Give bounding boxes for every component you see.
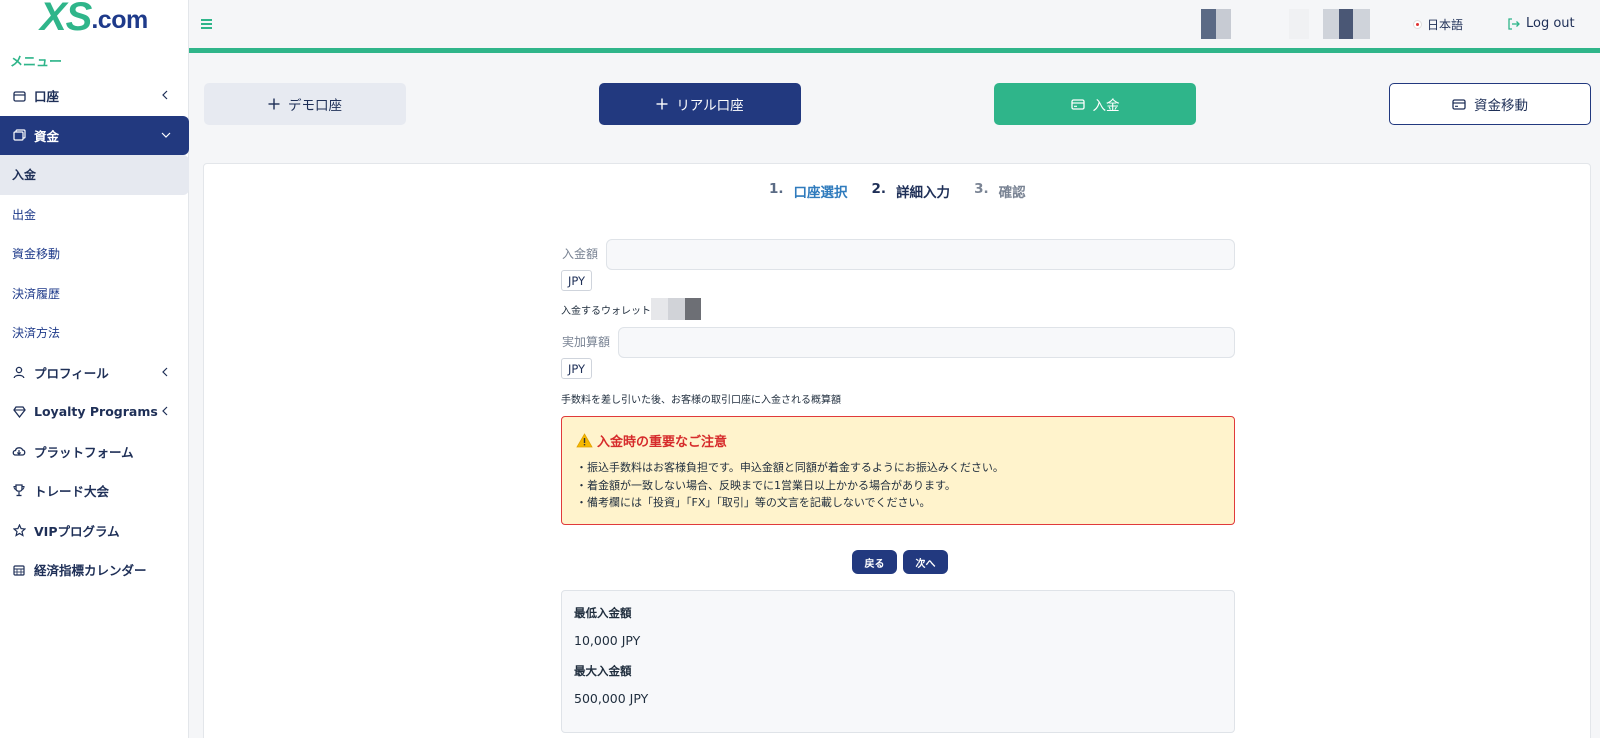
currency-badge: JPY xyxy=(561,270,592,291)
amount-input[interactable] xyxy=(606,239,1235,270)
notice-line: ・振込手数料はお客様負担です。申込金額と同額が着金するようにお振込みください。 xyxy=(576,461,1004,474)
sidebar-item-profile[interactable]: プロフィール xyxy=(0,353,188,393)
redacted-user-info xyxy=(1323,9,1370,39)
max-deposit-label: 最大入金額 xyxy=(574,664,632,678)
deposit-limits-panel: 最低入金額 10,000 JPY 最大入金額 500,000 JPY xyxy=(561,590,1235,733)
sidebar: XS .com メニュー 口座 資金 入金 出金 資金移動 決済履歴 決済方法 … xyxy=(0,0,189,738)
important-notice: 入金時の重要なご注意 ・振込手数料はお客様負担です。申込金額と同額が着金するよう… xyxy=(561,416,1235,525)
notice-title-text: 入金時の重要なご注意 xyxy=(597,435,728,450)
sidebar-item-label: 経済指標カレンダー xyxy=(34,563,147,579)
sidebar-subitem-deposit[interactable]: 入金 xyxy=(0,155,189,195)
demo-account-button[interactable]: デモ口座 xyxy=(204,83,406,125)
actual-amount-note: 手数料を差し引いた後、お客様の取引口座に入金される概算額 xyxy=(561,395,841,406)
notice-line: ・着金額が一致しない場合、反映までに1営業日以上かかる場合があります。 xyxy=(576,478,956,492)
sidebar-subitem-transfer[interactable]: 資金移動 xyxy=(0,234,188,274)
cloud-download-icon xyxy=(12,444,26,458)
notice-line: ・備考欄には「投資」「FX」「取引」等の文言を記載しないでください。 xyxy=(576,496,931,509)
card-icon xyxy=(1452,98,1466,110)
hamburger-menu-icon[interactable] xyxy=(201,18,215,30)
min-deposit-label: 最低入金額 xyxy=(574,606,632,620)
fund-transfer-label: 資金移動 xyxy=(1474,98,1528,114)
chevron-left-icon xyxy=(158,404,172,418)
warning-icon xyxy=(576,433,593,448)
logo-com: .com xyxy=(91,6,148,34)
wallet-icon xyxy=(12,89,26,103)
step-number: 3. xyxy=(974,181,989,197)
back-button[interactable]: 戻る xyxy=(852,550,897,574)
real-account-label: リアル口座 xyxy=(676,98,744,114)
deposit-label: 入金 xyxy=(1092,98,1120,114)
trophy-icon xyxy=(12,484,26,498)
sidebar-subitem-history[interactable]: 決済履歴 xyxy=(0,274,188,314)
japan-flag-icon xyxy=(1413,20,1422,29)
logout-icon xyxy=(1507,17,1520,30)
amount-label: 入金額 xyxy=(562,247,599,261)
currency-badge: JPY xyxy=(561,358,592,379)
sidebar-subitem-methods[interactable]: 決済方法 xyxy=(0,313,188,353)
menu-title: メニュー xyxy=(10,55,63,70)
funds-icon xyxy=(12,128,26,142)
sidebar-item-account[interactable]: 口座 xyxy=(0,76,188,116)
sidebar-item-calendar[interactable]: 経済指標カレンダー xyxy=(0,550,188,590)
sidebar-item-vip[interactable]: VIPプログラム xyxy=(0,511,188,551)
logout-button[interactable]: Log out xyxy=(1507,16,1575,31)
chevron-left-icon xyxy=(158,88,172,102)
actual-amount-label: 実加算額 xyxy=(562,335,611,349)
star-icon xyxy=(12,523,26,537)
sidebar-item-loyalty[interactable]: Loyalty Programs xyxy=(0,392,188,432)
sidebar-item-label: 資金 xyxy=(34,128,60,144)
sidebar-item-label: VIPプログラム xyxy=(34,523,120,539)
step-number: 1. xyxy=(769,181,784,197)
calendar-icon xyxy=(12,563,26,577)
step-number: 2. xyxy=(871,181,887,197)
user-icon xyxy=(12,365,26,379)
sidebar-item-label: 口座 xyxy=(34,89,60,105)
notice-title: 入金時の重要なご注意 xyxy=(576,431,1220,450)
sidebar-item-funds[interactable]: 資金 xyxy=(0,115,189,155)
logo-xs: XS xyxy=(40,0,92,39)
sidebar-item-label: トレード大会 xyxy=(34,484,110,500)
language-selector[interactable]: 日本語 xyxy=(1413,16,1463,33)
step-label: 口座選択 xyxy=(793,185,848,201)
language-label: 日本語 xyxy=(1427,18,1464,32)
logout-label: Log out xyxy=(1526,16,1575,31)
diamond-icon xyxy=(12,405,26,419)
step-details: 2. 詳細入力 xyxy=(872,181,951,201)
max-deposit-value: 500,000 JPY xyxy=(574,691,649,706)
step-indicator: 1. 口座選択 2. 詳細入力 3. 確認 xyxy=(769,181,1050,201)
real-account-button[interactable]: リアル口座 xyxy=(599,83,801,125)
min-deposit-value: 10,000 JPY xyxy=(574,633,641,648)
top-header: 日本語 Log out xyxy=(189,0,1600,53)
chevron-down-icon xyxy=(159,128,173,142)
plus-icon xyxy=(656,98,668,110)
sidebar-item-label: プロフィール xyxy=(34,365,109,381)
sidebar-item-trade-contest[interactable]: トレード大会 xyxy=(0,471,188,511)
sidebar-item-label: プラットフォーム xyxy=(34,444,134,460)
redacted-user-info xyxy=(1201,9,1231,39)
plus-icon xyxy=(268,98,280,110)
chevron-left-icon xyxy=(158,365,172,379)
next-button[interactable]: 次へ xyxy=(903,550,948,574)
actual-amount-input[interactable] xyxy=(618,327,1235,358)
wallet-label: 入金するウォレット xyxy=(561,306,651,317)
card-icon xyxy=(1070,98,1085,110)
sidebar-subitem-withdraw[interactable]: 出金 xyxy=(0,195,188,235)
sidebar-item-platform[interactable]: プラットフォーム xyxy=(0,432,188,472)
redacted-wallet xyxy=(651,298,701,320)
step-label: 確認 xyxy=(998,185,1026,201)
deposit-button[interactable]: 入金 xyxy=(994,83,1196,125)
demo-account-label: デモ口座 xyxy=(288,98,342,114)
fund-transfer-button[interactable]: 資金移動 xyxy=(1389,83,1591,125)
brand-logo[interactable]: XS .com xyxy=(0,0,188,38)
step-label: 詳細入力 xyxy=(896,185,951,201)
step-account-select[interactable]: 1. 口座選択 xyxy=(769,181,848,201)
redacted-user-info xyxy=(1289,9,1309,39)
step-confirm: 3. 確認 xyxy=(974,181,1026,201)
sidebar-item-label: Loyalty Programs xyxy=(34,404,158,420)
